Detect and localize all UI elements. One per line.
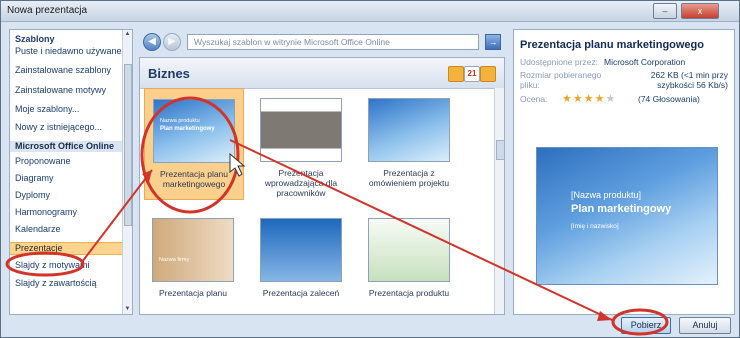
scroll-up-icon[interactable]: ▲: [123, 30, 132, 39]
star-icon[interactable]: ★: [606, 93, 617, 105]
download-size-value: 262 KB (<1 min przy szybkości 56 Kb/s): [650, 70, 728, 90]
rating-label: Ocena:: [520, 94, 548, 104]
template-thumbnail: [368, 98, 450, 162]
category-item[interactable]: Szablony: [10, 34, 127, 45]
preview-plan-title: Plan marketingowy: [571, 203, 672, 215]
category-item[interactable]: Nowy z istniejącego...: [10, 122, 127, 133]
category-item[interactable]: Zainstalowane motywy: [10, 85, 127, 96]
minimize-button[interactable]: –: [653, 3, 677, 19]
gallery-scroll-thumb[interactable]: [496, 140, 504, 160]
star-icon[interactable]: ★: [573, 93, 584, 105]
window-title: Nowa prezentacja: [7, 5, 88, 16]
star-icon[interactable]: ★: [562, 93, 573, 105]
thumbnail-title: Nazwa firmy: [159, 257, 190, 263]
template-thumbnail: [260, 98, 342, 162]
scroll-thumb[interactable]: [124, 64, 132, 226]
template-title: Prezentacja planu marketingowego: [520, 39, 704, 51]
thumbnail-subtitle: Plan marketingowy: [160, 126, 215, 132]
template-gallery: Biznes 21 Nazwa produktu Plan marketingow…: [139, 57, 505, 315]
template-thumbnail: [260, 218, 342, 282]
rating-stars[interactable]: ★★★★★: [562, 92, 616, 105]
template-caption: Prezentacja planu: [158, 288, 228, 298]
template-tile[interactable]: Prezentacja zaleceń: [252, 208, 350, 314]
template-thumbnail: [368, 218, 450, 282]
close-button[interactable]: x: [681, 3, 719, 19]
large-icons-view-icon[interactable]: [448, 66, 464, 82]
template-tile[interactable]: Prezentacja produktu: [360, 208, 458, 314]
category-item[interactable]: Slajdy z zawartością: [10, 278, 127, 289]
category-item[interactable]: Prezentacje: [10, 242, 127, 255]
category-item[interactable]: Puste i niedawno używane: [10, 46, 127, 57]
star-icon[interactable]: ★: [595, 93, 606, 105]
category-scrollbar[interactable]: ▲ ▼: [122, 30, 132, 314]
template-caption: Prezentacja zaleceń: [262, 288, 340, 298]
template-gallery-panel: ◀ ▶ Wyszukaj szablon w witrynie Microsof…: [139, 29, 505, 315]
template-details-panel: Prezentacja planu marketingowego Udostęp…: [513, 29, 735, 315]
category-item[interactable]: Zainstalowane szablony: [10, 65, 127, 76]
search-go-icon[interactable]: →: [485, 34, 501, 50]
preview-subtitle: [Imię i nazwisko]: [571, 223, 619, 230]
download-button[interactable]: Pobierz: [621, 317, 671, 334]
category-item[interactable]: Kalendarze: [10, 224, 127, 235]
sort-icon[interactable]: 21: [464, 66, 480, 82]
template-caption: Prezentacja planu marketingowego: [159, 169, 229, 189]
category-item[interactable]: Slajdy z motywami: [10, 260, 127, 271]
provider-value: Microsoft Corporation: [604, 57, 686, 67]
template-tile[interactable]: Prezentacja wprowadzająca dla pracownikó…: [252, 88, 350, 198]
template-thumbnail: Nazwa firmy: [152, 218, 234, 282]
template-caption: Prezentacja wprowadzająca dla pracownikó…: [264, 168, 338, 198]
scroll-down-icon[interactable]: ▼: [123, 305, 132, 314]
rating-count: (74 Głosowania): [638, 94, 700, 104]
new-presentation-dialog: Nowa prezentacja – x Szablony Puste i nie…: [0, 0, 740, 338]
template-caption: Prezentacja z omówieniem projektu: [368, 168, 450, 188]
gallery-title: Biznes: [148, 66, 190, 81]
download-size-label: Rozmiar pobieranego pliku:: [520, 70, 602, 90]
small-icons-view-icon[interactable]: [480, 66, 496, 82]
template-tile[interactable]: Nazwa produktu Plan marketingowy Prezentac…: [144, 88, 244, 200]
gallery-toolbar: ◀ ▶ Wyszukaj szablon w witrynie Microsof…: [139, 29, 503, 53]
title-bar: Nowa prezentacja – x: [1, 1, 739, 22]
thumbnail-title: Nazwa produktu: [160, 118, 200, 124]
category-item[interactable]: Dyplomy: [10, 190, 127, 201]
category-item[interactable]: Diagramy: [10, 173, 127, 184]
template-search-input[interactable]: Wyszukaj szablon w witrynie Microsoft Of…: [187, 34, 479, 50]
template-tile[interactable]: Nazwa firmy Prezentacja planu: [144, 208, 242, 314]
gallery-scrollbar[interactable]: [494, 88, 504, 314]
cancel-button[interactable]: Anuluj: [679, 317, 731, 334]
category-item[interactable]: Microsoft Office Online: [10, 141, 127, 152]
template-thumbnail: Nazwa produktu Plan marketingowy: [153, 99, 235, 163]
forward-icon[interactable]: ▶: [163, 33, 181, 51]
star-icon[interactable]: ★: [584, 93, 595, 105]
template-category-list: Szablony Puste i niedawno używane Zainstal…: [9, 29, 133, 315]
provider-label: Udostępnione przez:: [520, 57, 598, 67]
template-caption: Prezentacja produktu: [368, 288, 450, 298]
gallery-header: Biznes 21: [140, 58, 504, 89]
template-preview-image: [Nazwa produktu] Plan marketingowy [Imię…: [536, 147, 718, 285]
category-item[interactable]: Proponowane: [10, 156, 127, 167]
template-tile[interactable]: Prezentacja z omówieniem projektu: [360, 88, 458, 198]
preview-product-name: [Nazwa produktu]: [571, 190, 642, 200]
category-item[interactable]: Moje szablony...: [10, 104, 127, 115]
back-icon[interactable]: ◀: [143, 33, 161, 51]
category-item[interactable]: Harmonogramy: [10, 207, 127, 218]
